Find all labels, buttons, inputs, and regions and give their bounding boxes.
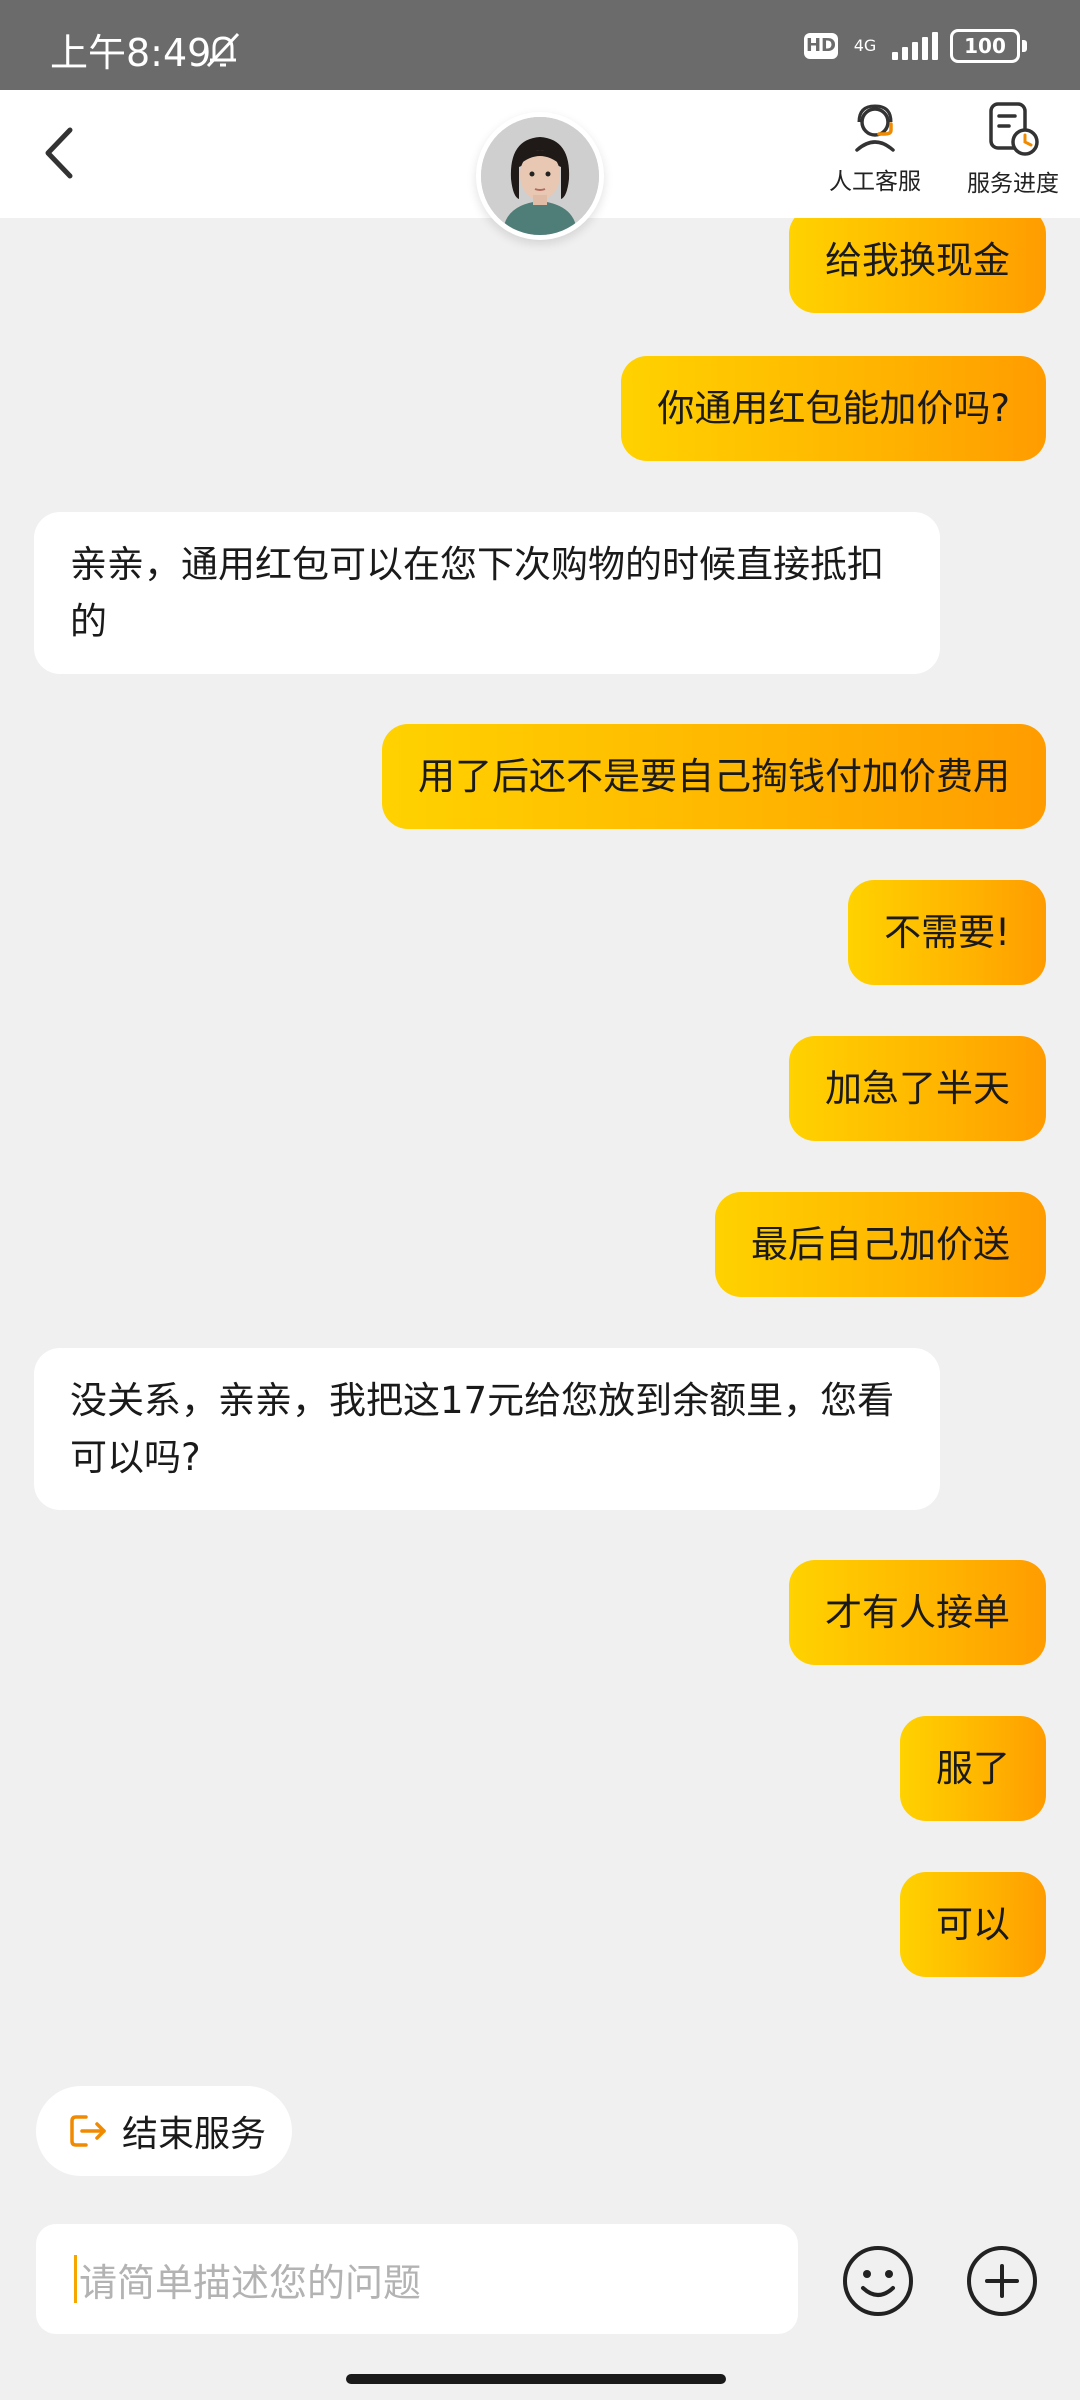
home-indicator[interactable] xyxy=(346,2374,726,2384)
agent-message-bubble: 亲亲，通用红包可以在您下次购物的时候直接抵扣的 xyxy=(34,512,940,674)
mute-bell-icon xyxy=(206,32,240,68)
back-arrow-icon[interactable] xyxy=(36,120,86,186)
my-message-bubble: 最后自己加价送 xyxy=(715,1192,1046,1297)
add-plus-icon[interactable] xyxy=(965,2244,1039,2318)
status-bar: 上午8:49 HD 4G 100 xyxy=(0,0,1080,90)
end-service-label: 结束服务 xyxy=(122,2114,267,2155)
service-progress-label: 服务进度 xyxy=(967,171,1059,197)
my-message-bubble: 服了 xyxy=(900,1716,1046,1821)
exit-icon xyxy=(70,2115,106,2147)
chat-header: 人工客服 服务进度 xyxy=(0,90,1080,240)
network-type: 4G xyxy=(853,36,877,55)
status-time: 上午8:49 xyxy=(50,31,212,75)
my-message-bubble: 加急了半天 xyxy=(789,1036,1046,1141)
human-service-button[interactable]: 人工客服 xyxy=(810,100,940,196)
agent-avatar[interactable] xyxy=(476,112,604,240)
progress-document-icon xyxy=(989,102,1039,156)
my-message-bubble: 不需要! xyxy=(848,880,1046,985)
battery-icon: 100 xyxy=(950,29,1027,63)
avatar-image xyxy=(481,117,599,235)
headset-agent-icon xyxy=(855,104,895,152)
human-service-label: 人工客服 xyxy=(829,169,921,195)
my-message-bubble: 可以 xyxy=(900,1872,1046,1977)
emoji-smiley-icon[interactable] xyxy=(841,2244,915,2318)
service-progress-button[interactable]: 服务进度 xyxy=(948,100,1078,198)
signal-icon xyxy=(892,32,938,60)
my-message-bubble: 用了后还不是要自己掏钱付加价费用 xyxy=(382,724,1046,829)
text-cursor xyxy=(74,2255,77,2303)
my-message-bubble: 才有人接单 xyxy=(789,1560,1046,1665)
chat-message-list[interactable]: 给我换现金 你通用红包能加价吗? 亲亲，通用红包可以在您下次购物的时候直接抵扣的… xyxy=(0,208,1080,2058)
input-placeholder: 请简单描述您的问题 xyxy=(79,2260,422,2305)
hd-icon: HD xyxy=(804,33,838,59)
my-message-bubble: 给我换现金 xyxy=(789,208,1046,313)
my-message-bubble: 你通用红包能加价吗? xyxy=(621,356,1046,461)
agent-message-bubble: 没关系，亲亲，我把这17元给您放到余额里，您看可以吗? xyxy=(34,1348,940,1510)
message-input[interactable]: 请简单描述您的问题 xyxy=(36,2224,798,2334)
end-service-button[interactable]: 结束服务 xyxy=(36,2086,292,2176)
